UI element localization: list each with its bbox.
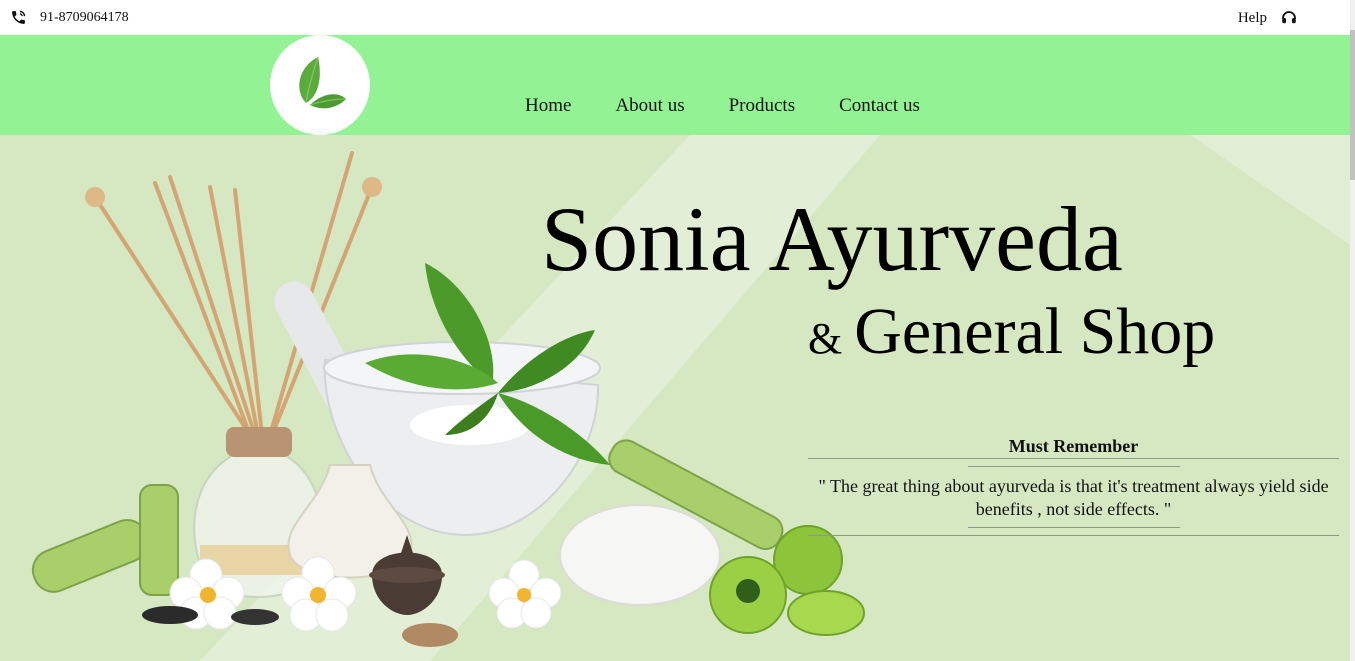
hero-subtitle-text: General Shop (854, 295, 1216, 368)
main-navbar: Home About us Products Contact us (0, 35, 1350, 135)
quote-divider-short-top (967, 466, 1180, 467)
hero-title: Sonia Ayurveda (541, 188, 1123, 290)
quote-divider-short-bottom (967, 527, 1180, 528)
hero-subtitle: & General Shop (808, 299, 1215, 365)
quote-divider-top (808, 458, 1339, 459)
quote-heading: Must Remember (1008, 436, 1139, 456)
leaf-icon (299, 56, 347, 109)
hero-subtitle-amp: & (808, 314, 843, 363)
quote-block: Must Remember " The great thing about ay… (808, 435, 1339, 536)
quote-text: " The great thing about ayurveda is that… (818, 476, 1329, 519)
help-link[interactable]: Help (1238, 9, 1298, 27)
help-label: Help (1237, 9, 1267, 26)
logo[interactable] (270, 35, 370, 135)
page-scrollbar[interactable] (1350, 0, 1355, 661)
scrollbar-thumb[interactable] (1350, 30, 1355, 180)
nav-links: Home About us Products Contact us (525, 95, 920, 117)
nav-products[interactable]: Products (729, 95, 796, 117)
top-info-bar: 91-8709064178 Help (0, 0, 1355, 35)
quote-divider-bottom (808, 535, 1339, 536)
phone-contact[interactable]: 91-8709064178 (10, 9, 129, 26)
nav-contact-us[interactable]: Contact us (839, 95, 920, 117)
phone-number: 91-8709064178 (40, 9, 129, 25)
nav-about-us[interactable]: About us (615, 95, 684, 117)
headset-icon (1280, 9, 1298, 27)
phone-icon (10, 9, 27, 26)
nav-home[interactable]: Home (525, 95, 571, 117)
hero-banner: Sonia Ayurveda & General Shop Must Rememb… (0, 135, 1350, 661)
